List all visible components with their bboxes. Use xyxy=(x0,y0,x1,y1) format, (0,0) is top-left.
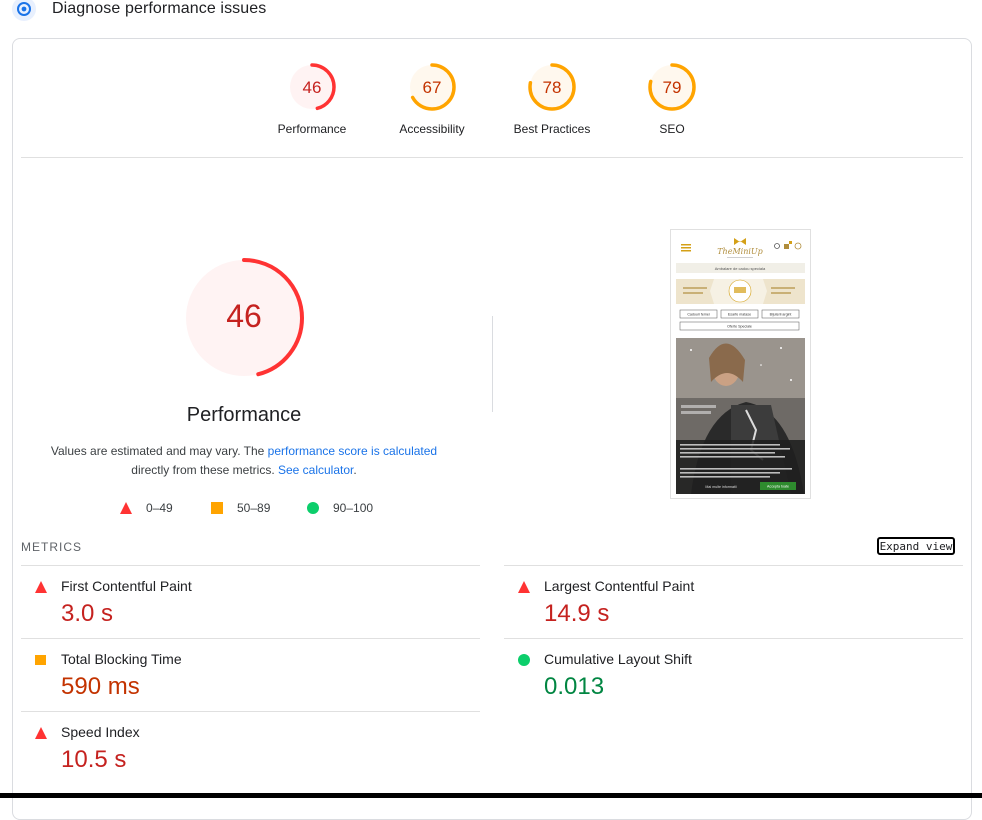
section-title: Diagnose performance issues xyxy=(52,0,267,17)
gauge-seo[interactable]: 79 SEO xyxy=(622,62,722,136)
gauge-value: 67 xyxy=(423,78,442,97)
final-screenshot[interactable]: TheMiniUp Ambalare de cadou speciala Cad… xyxy=(670,229,811,499)
window-bottom-edge xyxy=(0,793,982,798)
metric-first-contentful-paint: First Contentful Paint 3.0 s xyxy=(21,566,461,638)
expand-view-button[interactable]: Expand view xyxy=(877,537,955,555)
gauges-divider xyxy=(21,157,963,158)
metric-value: 590 ms xyxy=(61,673,140,700)
performance-big-score: 46 xyxy=(226,298,262,334)
cookie-accept-button: Accepta toate xyxy=(767,485,789,489)
triangle-icon xyxy=(35,727,47,739)
circle-icon xyxy=(518,654,530,666)
metric-speed-index: Speed Index 10.5 s xyxy=(21,712,461,784)
category-button: Oferte Speciale xyxy=(727,325,752,329)
gauge-value: 46 xyxy=(303,78,322,97)
vertical-divider xyxy=(492,316,493,412)
square-icon xyxy=(35,655,46,665)
gauge-accessibility[interactable]: 67 Accessibility xyxy=(382,62,482,136)
gauge-label: Accessibility xyxy=(399,122,465,136)
announcement-bar: Ambalare de cadou speciala xyxy=(715,266,766,271)
metric-total-blocking-time: Total Blocking Time 590 ms xyxy=(21,639,461,711)
metric-name: Total Blocking Time xyxy=(61,651,182,667)
legend-average: 50–89 xyxy=(211,501,270,515)
section-header: Diagnose performance issues xyxy=(0,0,982,24)
see-calculator-link[interactable]: See calculator xyxy=(278,463,353,477)
performance-diagnose-icon xyxy=(12,0,36,21)
gauge-label: Best Practices xyxy=(513,122,591,136)
metric-value: 0.013 xyxy=(544,673,605,700)
category-button: Cadouri femei xyxy=(687,313,710,317)
metric-name: Cumulative Layout Shift xyxy=(544,651,692,667)
performance-description: Values are estimated and may vary. The p… xyxy=(34,442,454,480)
triangle-icon xyxy=(35,581,47,593)
brand-logo: TheMiniUp xyxy=(717,247,763,256)
cookie-more-info: Mai multe informatii xyxy=(705,485,736,489)
metric-value: 3.0 s xyxy=(61,600,114,627)
legend-fail: 0–49 xyxy=(120,501,173,515)
category-button: Esarfe matase xyxy=(728,313,751,317)
metrics-title: METRICS xyxy=(21,540,82,554)
metric-value: 14.9 s xyxy=(544,600,610,627)
gauge-best-practices[interactable]: 78 Best Practices xyxy=(502,62,602,136)
metric-largest-contentful-paint: Largest Contentful Paint 14.9 s xyxy=(504,566,944,638)
desc-text: directly from these metrics. xyxy=(131,463,278,477)
triangle-icon xyxy=(120,502,132,514)
desc-text: . xyxy=(353,463,357,477)
metric-name: Largest Contentful Paint xyxy=(544,578,695,594)
screenshot-content: TheMiniUp Ambalare de cadou speciala Cad… xyxy=(671,230,810,498)
score-calculated-link[interactable]: performance score is calculated xyxy=(268,444,437,458)
performance-title: Performance xyxy=(186,404,302,426)
gauge-label: Performance xyxy=(277,122,347,136)
circle-icon xyxy=(307,502,319,514)
category-button: Bijuterii argint xyxy=(770,313,792,317)
legend-pass: 90–100 xyxy=(307,501,373,515)
metric-name: Speed Index xyxy=(61,724,140,740)
legend-range: 50–89 xyxy=(237,501,271,515)
square-icon xyxy=(211,502,223,514)
metric-name: First Contentful Paint xyxy=(61,578,192,594)
legend-range: 0–49 xyxy=(146,501,173,515)
legend-range: 90–100 xyxy=(333,501,374,515)
gauge-value: 78 xyxy=(543,78,562,97)
gauge-performance[interactable]: 46 Performance xyxy=(262,62,362,136)
gauge-value: 79 xyxy=(663,78,682,97)
desc-text: Values are estimated and may vary. The xyxy=(50,444,268,458)
metric-cumulative-layout-shift: Cumulative Layout Shift 0.013 xyxy=(504,639,944,711)
metric-value: 10.5 s xyxy=(61,746,127,773)
triangle-icon xyxy=(518,581,530,593)
performance-big-gauge: 46 xyxy=(184,258,304,378)
gauge-label: SEO xyxy=(659,122,685,136)
